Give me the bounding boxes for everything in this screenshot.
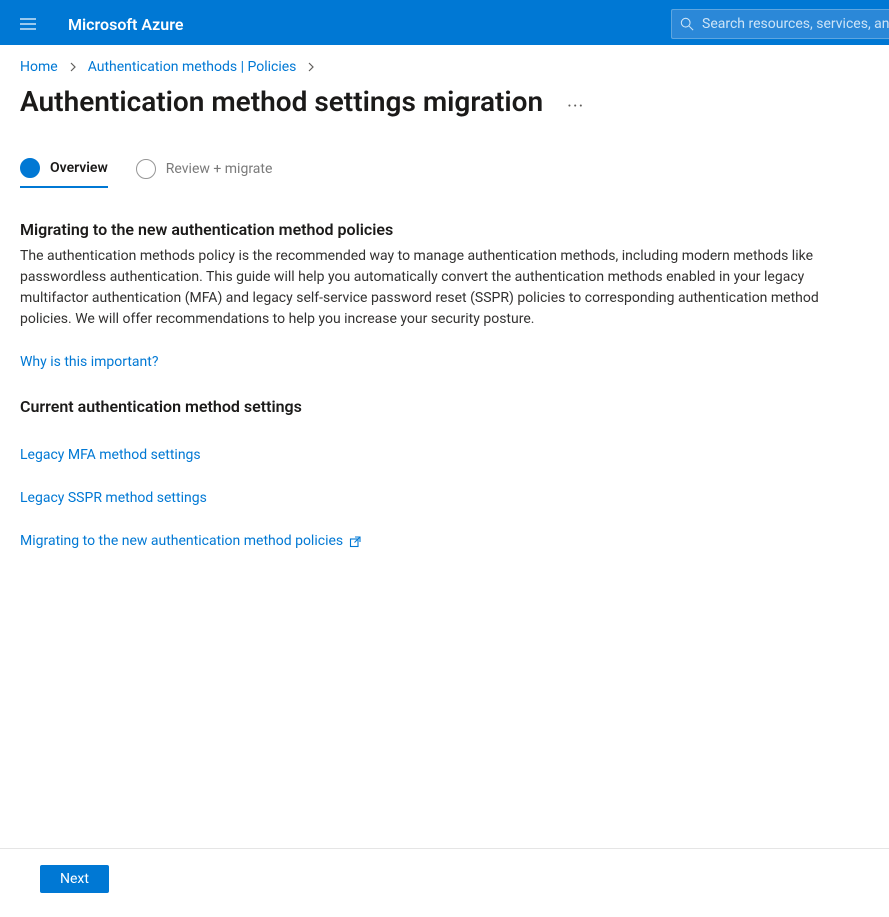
chevron-right-icon xyxy=(68,62,78,72)
why-important-link[interactable]: Why is this important? xyxy=(20,352,158,373)
step-indicator-icon xyxy=(20,158,40,178)
breadcrumb-home[interactable]: Home xyxy=(20,59,58,75)
migrate-policies-link[interactable]: Migrating to the new authentication meth… xyxy=(20,531,361,552)
migrating-description: The authentication methods policy is the… xyxy=(20,246,830,330)
search-icon xyxy=(680,17,694,31)
section-heading-current: Current authentication method settings xyxy=(20,395,869,419)
legacy-mfa-link[interactable]: Legacy MFA method settings xyxy=(20,445,201,466)
tab-label: Overview xyxy=(50,160,108,176)
chevron-right-icon xyxy=(306,62,316,72)
more-actions-button[interactable]: ··· xyxy=(567,88,584,116)
tab-label: Review + migrate xyxy=(166,161,273,177)
brand-name[interactable]: Microsoft Azure xyxy=(68,15,183,34)
page-title: Authentication method settings migration xyxy=(20,85,543,118)
tab-review-migrate[interactable]: Review + migrate xyxy=(136,158,273,188)
app-header: Microsoft Azure xyxy=(0,3,889,45)
external-link-icon xyxy=(349,536,361,548)
section-heading-migrating: Migrating to the new authentication meth… xyxy=(20,218,869,242)
tab-overview[interactable]: Overview xyxy=(20,158,108,188)
main-content: Migrating to the new authentication meth… xyxy=(0,188,889,552)
menu-toggle-button[interactable] xyxy=(8,3,48,45)
wizard-tabs: Overview Review + migrate xyxy=(0,118,889,188)
page-title-row: Authentication method settings migration… xyxy=(0,81,889,118)
link-text: Migrating to the new authentication meth… xyxy=(20,531,343,552)
wizard-footer: Next xyxy=(0,848,889,917)
hamburger-icon xyxy=(19,15,37,33)
breadcrumb: Home Authentication methods | Policies xyxy=(0,45,889,81)
global-search[interactable] xyxy=(671,9,889,39)
next-button[interactable]: Next xyxy=(40,865,109,893)
search-input[interactable] xyxy=(702,16,889,32)
step-indicator-icon xyxy=(136,159,156,179)
legacy-sspr-link[interactable]: Legacy SSPR method settings xyxy=(20,488,207,509)
breadcrumb-policies[interactable]: Authentication methods | Policies xyxy=(88,59,297,75)
